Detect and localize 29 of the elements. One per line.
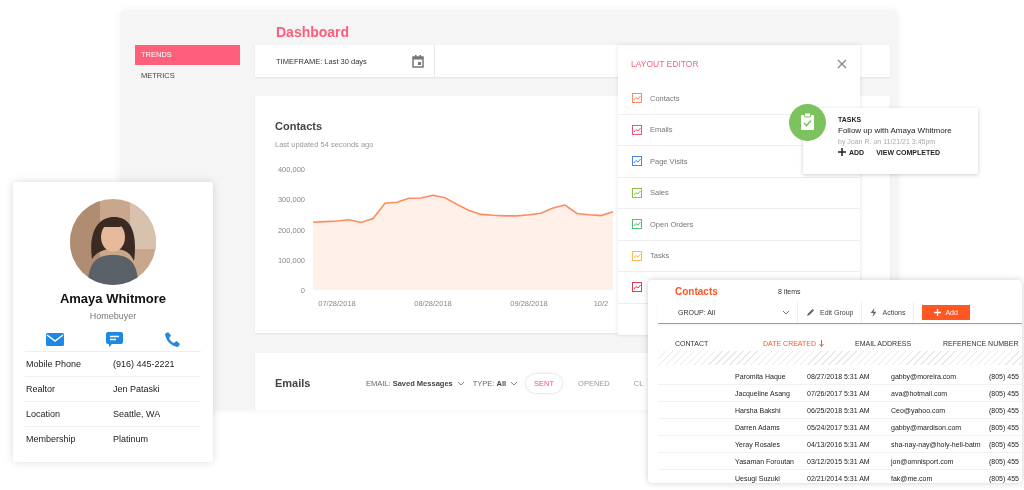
role-text: Homebuyer: [89, 311, 137, 321]
close-icon: [837, 59, 847, 69]
field-label: Mobile Phone: [25, 359, 83, 369]
field-value: Jen Pataski: [113, 384, 160, 394]
chevron-down-icon: [782, 310, 790, 315]
field-label: Membership: [25, 434, 77, 444]
pencil-icon: [806, 308, 815, 317]
window-title: Contacts: [675, 285, 719, 297]
field-label: Location: [25, 409, 62, 419]
field-label: Realtor: [25, 384, 56, 394]
panel-title: LAYOUT EDITOR: [631, 59, 699, 69]
field-value: (916) 445-2221: [113, 359, 175, 369]
phone-icon: [165, 331, 180, 347]
person-name: Amaya Whitmore: [59, 291, 167, 306]
field-value: Platinum: [113, 434, 148, 444]
task-text: Follow up with Amaya Whitmore: [838, 126, 953, 135]
plus-icon: [838, 148, 846, 156]
plus-icon: [934, 309, 942, 316]
sort-arrow-icon: [819, 339, 825, 347]
lightning-icon: [870, 308, 878, 317]
mail-icon: [46, 332, 64, 346]
field-value: Seattle, WA: [113, 409, 161, 419]
card-title: Contacts: [275, 120, 323, 132]
page-title: Dashboard: [275, 23, 351, 42]
chevron-down-icon: [510, 381, 519, 386]
calendar-icon: [412, 54, 424, 68]
card-title: Emails: [275, 377, 312, 389]
chevron-down-icon: [456, 381, 465, 386]
chat-icon: [106, 331, 123, 347]
